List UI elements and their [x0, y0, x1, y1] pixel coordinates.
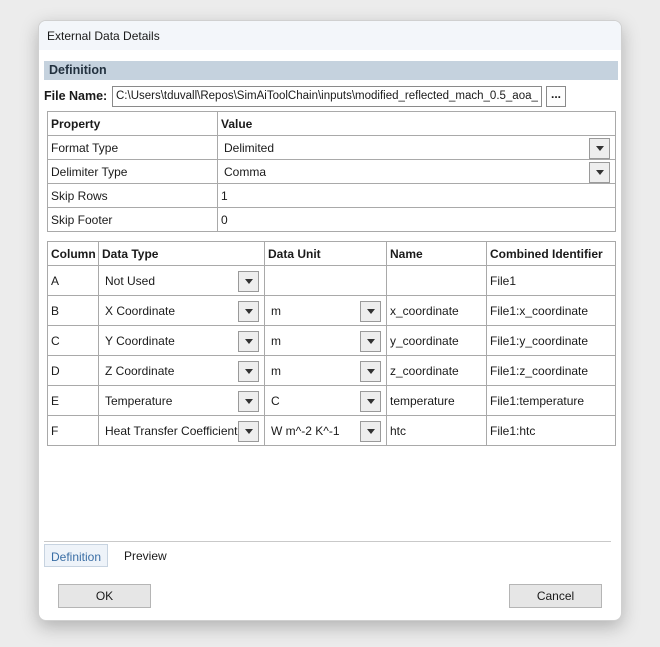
name-field[interactable]: x_coordinate: [386, 295, 487, 326]
chevron-down-icon[interactable]: [360, 300, 381, 322]
chevron-down-icon[interactable]: [238, 360, 259, 382]
data-type-value: Not Used: [105, 273, 156, 288]
window-title: External Data Details: [39, 21, 621, 50]
skip-rows-field[interactable]: 1: [217, 183, 616, 208]
table-row: E Temperature C temperature File1:temper…: [47, 385, 616, 416]
data-type-select[interactable]: Y Coordinate: [98, 325, 265, 356]
column-letter: E: [47, 385, 99, 416]
table-row: Format Type Delimited: [47, 135, 616, 160]
data-type-value: Y Coordinate: [105, 333, 175, 348]
column-letter: D: [47, 355, 99, 386]
combined-identifier-header: Combined Identifier: [486, 241, 616, 266]
data-unit-value: m: [271, 303, 281, 318]
combined-identifier: File1:y_coordinate: [486, 325, 616, 356]
tab-preview[interactable]: Preview: [118, 544, 173, 567]
column-letter: A: [47, 265, 99, 296]
data-type-value: Heat Transfer Coefficient: [105, 423, 238, 438]
property-header: Property: [47, 111, 218, 136]
property-label: Skip Rows: [47, 183, 218, 208]
chevron-down-icon[interactable]: [238, 270, 259, 292]
table-row: Delimiter Type Comma: [47, 159, 616, 184]
data-unit-select[interactable]: W m^-2 K^-1: [264, 415, 387, 446]
table-row: D Z Coordinate m z_coordinate File1:z_co…: [47, 355, 616, 386]
combined-identifier: File1:z_coordinate: [486, 355, 616, 386]
ok-button[interactable]: OK: [58, 584, 151, 608]
column-header: Column: [47, 241, 99, 266]
chevron-down-icon[interactable]: [238, 300, 259, 322]
property-label: Skip Footer: [47, 207, 218, 232]
data-unit-select[interactable]: C: [264, 385, 387, 416]
data-unit-header: Data Unit: [264, 241, 387, 266]
chevron-down-icon[interactable]: [360, 390, 381, 412]
name-field[interactable]: [386, 265, 487, 296]
data-type-select[interactable]: Not Used: [98, 265, 265, 296]
table-row: Skip Footer 0: [47, 207, 616, 232]
chevron-down-icon[interactable]: [238, 390, 259, 412]
combined-identifier: File1:x_coordinate: [486, 295, 616, 326]
combined-identifier: File1: [486, 265, 616, 296]
column-letter: F: [47, 415, 99, 446]
name-header: Name: [386, 241, 487, 266]
cancel-button[interactable]: Cancel: [509, 584, 602, 608]
chevron-down-icon[interactable]: [360, 360, 381, 382]
file-name-input[interactable]: C:\Users\tduvall\Repos\SimAiToolChain\in…: [112, 86, 542, 107]
tab-bar: Definition Preview: [44, 541, 611, 567]
browse-button[interactable]: ...: [546, 86, 566, 107]
data-type-select[interactable]: Temperature: [98, 385, 265, 416]
data-unit-select[interactable]: m: [264, 325, 387, 356]
file-name-label: File Name:: [44, 89, 108, 103]
data-unit-cell: [264, 265, 387, 296]
data-type-select[interactable]: X Coordinate: [98, 295, 265, 326]
skip-footer-field[interactable]: 0: [217, 207, 616, 232]
table-row: C Y Coordinate m y_coordinate File1:y_co…: [47, 325, 616, 356]
table-row: F Heat Transfer Coefficient W m^-2 K^-1 …: [47, 415, 616, 446]
format-type-value: Delimited: [224, 140, 275, 155]
data-type-value: Temperature: [105, 393, 173, 408]
value-header: Value: [217, 111, 616, 136]
table-row: A Not Used File1: [47, 265, 616, 296]
external-data-details-dialog: External Data Details Definition File Na…: [38, 20, 622, 621]
data-unit-value: C: [271, 393, 280, 408]
name-field[interactable]: y_coordinate: [386, 325, 487, 356]
chevron-down-icon[interactable]: [238, 330, 259, 352]
chevron-down-icon[interactable]: [589, 161, 610, 183]
data-type-select[interactable]: Heat Transfer Coefficient: [98, 415, 265, 446]
delimiter-type-value: Comma: [224, 164, 267, 179]
chevron-down-icon[interactable]: [360, 420, 381, 442]
chevron-down-icon[interactable]: [238, 420, 259, 442]
tab-definition[interactable]: Definition: [44, 544, 109, 567]
definition-section-header: Definition: [44, 61, 618, 80]
data-unit-value: m: [271, 363, 281, 378]
data-type-select[interactable]: Z Coordinate: [98, 355, 265, 386]
table-row: Skip Rows 1: [47, 183, 616, 208]
format-type-select[interactable]: Delimited: [217, 135, 616, 160]
property-label: Format Type: [47, 135, 218, 160]
column-table: Column Data Type Data Unit Name Combined…: [47, 241, 616, 446]
property-label: Delimiter Type: [47, 159, 218, 184]
name-field[interactable]: temperature: [386, 385, 487, 416]
combined-identifier: File1:htc: [486, 415, 616, 446]
data-type-value: Z Coordinate: [105, 363, 175, 378]
data-unit-value: W m^-2 K^-1: [271, 423, 340, 438]
name-field[interactable]: z_coordinate: [386, 355, 487, 386]
combined-identifier: File1:temperature: [486, 385, 616, 416]
column-letter: B: [47, 295, 99, 326]
name-field[interactable]: htc: [386, 415, 487, 446]
data-unit-value: m: [271, 333, 281, 348]
data-type-header: Data Type: [98, 241, 265, 266]
delimiter-type-select[interactable]: Comma: [217, 159, 616, 184]
data-unit-select[interactable]: m: [264, 295, 387, 326]
file-name-row: File Name: C:\Users\tduvall\Repos\SimAiT…: [44, 86, 618, 108]
table-row: B X Coordinate m x_coordinate File1:x_co…: [47, 295, 616, 326]
column-letter: C: [47, 325, 99, 356]
data-type-value: X Coordinate: [105, 303, 176, 318]
chevron-down-icon[interactable]: [589, 137, 610, 159]
property-table: Property Value Format Type Delimited Del…: [47, 111, 616, 232]
chevron-down-icon[interactable]: [360, 330, 381, 352]
data-unit-select[interactable]: m: [264, 355, 387, 386]
